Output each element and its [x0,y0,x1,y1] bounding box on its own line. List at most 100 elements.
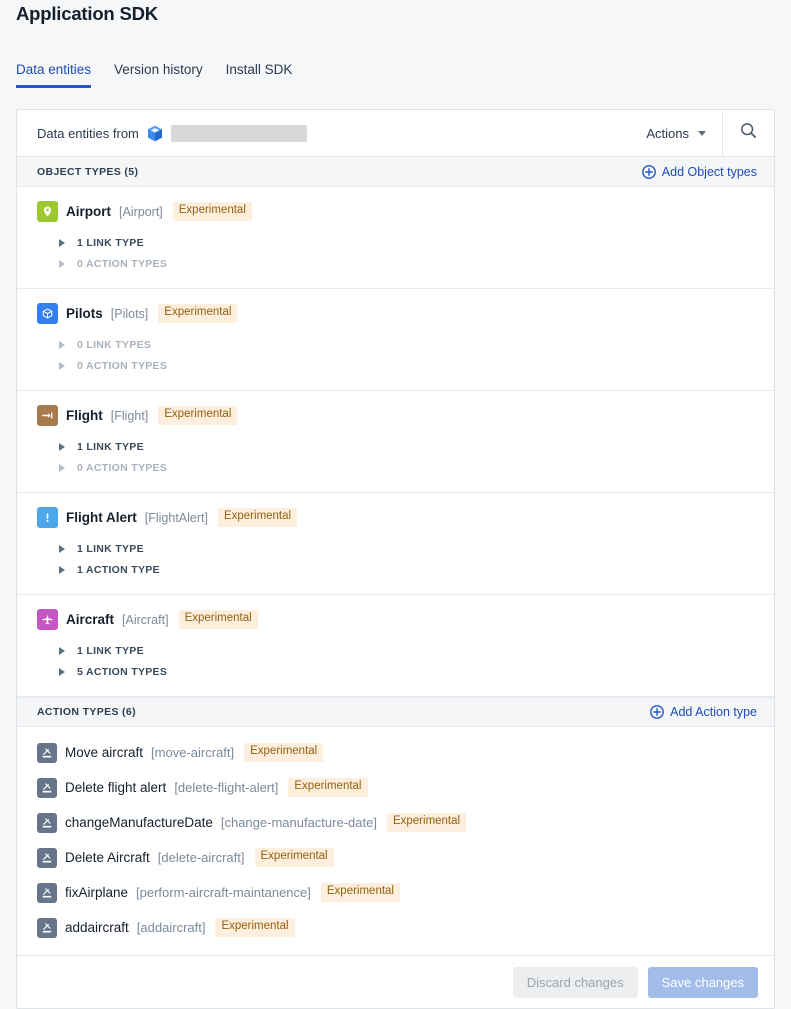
link-types-toggle[interactable]: 1 LINK TYPE [37,640,754,661]
object-type-sublist: 0 LINK TYPES 0 ACTION TYPES [37,334,754,376]
add-object-types-button[interactable]: Add Object types [641,164,757,179]
status-badge: Experimental [320,883,400,902]
action-types-list: Move aircraft [move-aircraft] Experiment… [17,727,774,955]
action-type-row[interactable]: Delete flight alert [delete-flight-alert… [17,770,774,805]
actions-dropdown-label: Actions [646,125,689,141]
action-types-section-header: ACTION TYPES (6) Add Action type [17,697,774,727]
object-type-api-name: [Flight] [110,408,149,423]
object-type-row[interactable]: Pilots [Pilots] Experimental 0 LINK TYPE… [17,289,774,391]
status-badge: Experimental [288,778,368,797]
object-type-row[interactable]: Aircraft [Aircraft] Experimental 1 LINK … [17,595,774,697]
object-type-name: Aircraft [66,612,115,627]
chevron-right-icon [59,646,65,655]
tab-install-sdk[interactable]: Install SDK [226,62,293,88]
status-badge: Experimental [215,918,295,937]
action-type-api-name: [move-aircraft] [151,745,235,760]
object-type-sublist: 1 LINK TYPE 0 ACTION TYPES [37,436,754,478]
link-types-label: 1 LINK TYPE [77,644,144,657]
link-types-label: 1 LINK TYPE [77,440,144,453]
link-types-toggle[interactable]: 1 LINK TYPE [37,436,754,457]
chevron-right-icon [59,565,65,574]
plus-circle-icon [641,164,656,179]
object-type-name: Flight [66,408,103,423]
action-type-name: changeManufactureDate [65,815,213,830]
tab-version-history[interactable]: Version history [114,62,203,88]
status-badge: Experimental [244,743,324,762]
status-badge: Experimental [178,610,258,629]
action-types-toggle[interactable]: 0 ACTION TYPES [37,457,754,478]
object-type-row[interactable]: Flight Alert [FlightAlert] Experimental … [17,493,774,595]
discard-changes-button[interactable]: Discard changes [512,966,638,998]
object-type-name: Flight Alert [66,510,137,525]
status-badge: Experimental [217,508,298,527]
tab-bar: Data entities Version history Install SD… [16,62,292,88]
object-type-api-name: [Airport] [119,204,163,219]
action-type-api-name: [change-manufacture-date] [220,815,377,830]
object-type-row[interactable]: Airport [Airport] Experimental 1 LINK TY… [17,187,774,289]
action-type-row[interactable]: addaircraft [addaircraft] Experimental [17,910,774,945]
source-label: Data entities from [37,125,139,141]
source-selector[interactable]: Data entities from [17,110,646,156]
object-type-title: Airport [Airport] Experimental [37,201,754,222]
object-type-row[interactable]: Flight [Flight] Experimental 1 LINK TYPE… [17,391,774,493]
chevron-right-icon [59,361,65,370]
status-badge: Experimental [158,406,238,425]
gavel-icon [37,742,57,763]
search-icon [739,121,758,145]
chevron-right-icon [59,238,65,247]
application-sdk-page: Application SDK Data entities Version hi… [0,0,791,1009]
link-types-label: 1 LINK TYPE [77,542,144,555]
action-type-name: Delete Aircraft [65,850,150,865]
link-types-label: 0 LINK TYPES [77,338,152,351]
gavel-icon [37,917,57,938]
object-type-sublist: 1 LINK TYPE 0 ACTION TYPES [37,232,754,274]
status-badge: Experimental [386,813,467,832]
arrow-to-pin-icon [37,405,58,426]
object-type-title: Aircraft [Aircraft] Experimental [37,609,754,630]
action-type-row[interactable]: Delete Aircraft [delete-aircraft] Experi… [17,840,774,875]
action-types-label: 0 ACTION TYPES [77,359,168,372]
link-types-toggle[interactable]: 0 LINK TYPES [37,334,754,355]
object-type-name: Airport [66,204,111,219]
search-button[interactable] [722,110,774,156]
gavel-icon [37,777,57,798]
action-type-name: Move aircraft [65,745,144,760]
airplane-icon [37,609,58,630]
action-types-toggle[interactable]: 0 ACTION TYPES [37,355,754,376]
link-types-toggle[interactable]: 1 LINK TYPE [37,538,754,559]
action-types-label: ACTION TYPES (6) [37,706,136,718]
object-type-name: Pilots [66,306,103,321]
source-bar: Data entities from Actions [17,110,774,157]
action-types-toggle[interactable]: 0 ACTION TYPES [37,253,754,274]
save-changes-button[interactable]: Save changes [647,966,758,998]
action-types-toggle[interactable]: 1 ACTION TYPE [37,559,754,580]
cube-icon [37,303,58,324]
object-type-title: Flight [Flight] Experimental [37,405,754,426]
action-type-row[interactable]: changeManufactureDate [change-manufactur… [17,805,774,840]
page-title: Application SDK [16,3,158,24]
chevron-right-icon [59,667,65,676]
object-type-title: Pilots [Pilots] Experimental [37,303,754,324]
link-types-toggle[interactable]: 1 LINK TYPE [37,232,754,253]
action-type-api-name: [delete-aircraft] [157,850,245,865]
plus-circle-icon [650,705,665,719]
source-value-redacted [170,124,307,142]
data-entities-panel: Data entities from Actions OBJECT TYPES … [16,109,775,1009]
exclamation-icon [37,507,58,528]
chevron-right-icon [59,442,65,451]
action-types-toggle[interactable]: 5 ACTION TYPES [37,661,754,682]
action-type-name: Delete flight alert [65,780,167,795]
status-badge: Experimental [172,202,252,221]
actions-dropdown-button[interactable]: Actions [646,126,722,141]
action-types-label: 0 ACTION TYPES [77,257,168,270]
action-types-label: 5 ACTION TYPES [77,665,168,678]
action-type-row[interactable]: fixAirplane [perform-aircraft-maintanenc… [17,875,774,910]
action-type-row[interactable]: Move aircraft [move-aircraft] Experiment… [17,735,774,770]
object-type-title: Flight Alert [FlightAlert] Experimental [37,507,754,528]
object-type-api-name: [Pilots] [110,306,149,321]
chevron-down-icon [698,130,706,136]
add-action-type-button[interactable]: Add Action type [650,705,757,719]
status-badge: Experimental [254,848,334,867]
chevron-right-icon [59,544,65,553]
tab-data-entities[interactable]: Data entities [16,62,92,88]
